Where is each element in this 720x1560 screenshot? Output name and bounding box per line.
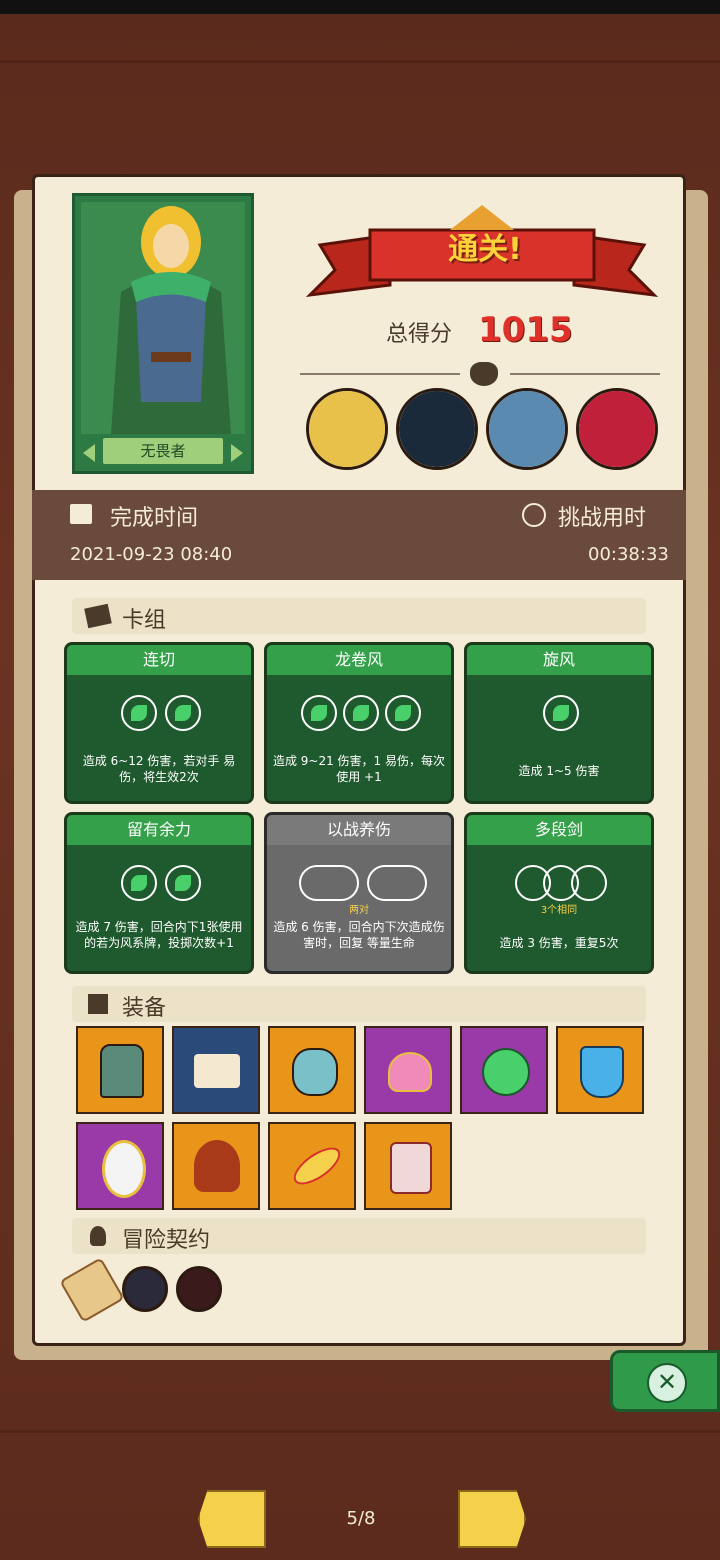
wind-orb-icon: [121, 865, 157, 901]
vase-icon: [292, 1048, 338, 1096]
finish-time-label: 完成时间: [110, 506, 199, 531]
deck-title: 卡组: [122, 608, 167, 633]
close-icon: ✕: [656, 1368, 678, 1396]
wind-orb-icon: [121, 695, 157, 731]
crystal-shield-item[interactable]: [556, 1026, 644, 1114]
hero-portrait: 无畏者: [72, 193, 254, 474]
score-value: 1015: [478, 310, 573, 350]
person-icon: [90, 1226, 106, 1246]
crystal-shield-icon: [580, 1046, 624, 1098]
wind-orb-icon: [165, 865, 201, 901]
clear-banner: 通关!: [300, 205, 664, 305]
card-title: 龙卷风: [267, 645, 451, 675]
mirror-item[interactable]: [76, 1122, 164, 1210]
stopwatch-icon: [522, 503, 546, 527]
jar-item[interactable]: [364, 1122, 452, 1210]
duration-value: 00:38:33: [588, 544, 669, 565]
boss-shadow-avatar: [396, 388, 478, 470]
card-requirement: 3个相同: [540, 905, 578, 916]
feather-icon: [287, 1140, 347, 1192]
card-yizhanyangshang[interactable]: 以战养伤 两对 造成 6 伤害，回合内下次造成伤害时，回复 等量生命: [264, 812, 454, 974]
close-icon-wrap: ✕: [647, 1363, 687, 1403]
equipment-header: 装备: [72, 986, 646, 1022]
score-label: 总得分: [386, 322, 453, 347]
card-title: 旋风: [467, 645, 651, 675]
calendar-icon: [70, 504, 92, 524]
card-duoduanjian[interactable]: 多段剑 3个相同 造成 3 伤害，重复5次: [464, 812, 654, 974]
hero-figure-icon: [111, 206, 231, 434]
card-liuyouyuli[interactable]: 留有余力 造成 7 伤害，回合内下1张使用的若为风系牌，投掷次数+1: [64, 812, 254, 974]
card-desc: 造成 6 伤害，回合内下次造成伤害时，回复 等量生命: [273, 920, 445, 950]
card-lianqie[interactable]: 连切 造成 6~12 伤害，若对手 易伤，将生效2次: [64, 642, 254, 804]
card-desc: 造成 1~5 伤害: [518, 764, 600, 778]
helmet-icon: [100, 1044, 144, 1098]
leaf-gem-icon: [482, 1048, 530, 1096]
next-hero-icon[interactable]: [231, 444, 243, 462]
hero-name: 无畏者: [103, 438, 223, 464]
page-indicator: 5/8: [346, 1508, 376, 1529]
jar-icon: [390, 1142, 432, 1194]
card-xuanfeng[interactable]: 旋风 造成 1~5 伤害: [464, 642, 654, 804]
helmet-item[interactable]: [76, 1026, 164, 1114]
card-title: 以战养伤: [267, 815, 451, 845]
wind-orb-icon: [301, 695, 337, 731]
time-info-bar: 完成时间 2021-09-23 08:40 挑战用时 00:38:33: [32, 490, 686, 580]
card-desc: 造成 3 伤害，重复5次: [499, 936, 619, 950]
wood-grain: [0, 60, 720, 63]
box-icon: [88, 994, 108, 1014]
wind-orb-icon: [543, 695, 579, 731]
card-title: 留有余力: [67, 815, 251, 845]
contract-title: 冒险契约: [122, 1228, 211, 1253]
feather-item[interactable]: [268, 1122, 356, 1210]
card-title: 多段剑: [467, 815, 651, 845]
status-bar: [0, 0, 720, 14]
contract-rune-icon[interactable]: [176, 1266, 222, 1312]
wind-orb-icon: [343, 695, 379, 731]
deck-header: 卡组: [72, 598, 646, 634]
card-longjuanfeng[interactable]: 龙卷风 造成 9~21 伤害，1 易伤，每次使用 +1: [264, 642, 454, 804]
vase-item[interactable]: [268, 1026, 356, 1114]
boss-rhino-avatar: [486, 388, 568, 470]
divider: [300, 373, 460, 375]
card-title: 连切: [67, 645, 251, 675]
card-desc: 造成 6~12 伤害，若对手 易伤，将生效2次: [82, 754, 236, 784]
boss-vampire-avatar: [576, 388, 658, 470]
finish-time-value: 2021-09-23 08:40: [70, 544, 233, 565]
cards-icon: [84, 603, 112, 629]
hero-image: [81, 202, 245, 434]
close-button[interactable]: ✕: [610, 1350, 720, 1412]
contract-ice-icon[interactable]: [122, 1266, 168, 1312]
prev-hero-icon[interactable]: [83, 444, 95, 462]
card-requirement: 两对: [349, 905, 369, 916]
boss-witch-avatar: [306, 388, 388, 470]
duration-label: 挑战用时: [558, 506, 647, 531]
card-desc: 造成 9~21 伤害，1 易伤，每次使用 +1: [272, 754, 446, 784]
heart-amulet-item[interactable]: [364, 1026, 452, 1114]
wind-orb-icon: [165, 695, 201, 731]
leaf-gem-item[interactable]: [460, 1026, 548, 1114]
scroll-item[interactable]: [172, 1026, 260, 1114]
next-page-button[interactable]: [458, 1490, 526, 1548]
wind-orb-icon: [385, 695, 421, 731]
empty-pair-slot-icon: [367, 865, 427, 901]
wood-grain: [0, 1430, 720, 1433]
hood-item[interactable]: [172, 1122, 260, 1210]
empty-pair-slot-icon: [299, 865, 359, 901]
equipment-title: 装备: [122, 996, 167, 1021]
hood-icon: [194, 1140, 240, 1192]
prev-page-button[interactable]: [198, 1490, 266, 1548]
skull-icon: [470, 362, 498, 386]
divider: [510, 373, 660, 375]
heart-amulet-icon: [388, 1052, 432, 1092]
empty-slot-icon: [571, 865, 607, 901]
mirror-icon: [102, 1140, 146, 1198]
scroll-icon: [194, 1054, 240, 1088]
card-desc: 造成 7 伤害，回合内下1张使用的若为风系牌，投掷次数+1: [75, 920, 243, 950]
contract-header: 冒险契约: [72, 1218, 646, 1254]
clear-title: 通关!: [448, 232, 522, 267]
